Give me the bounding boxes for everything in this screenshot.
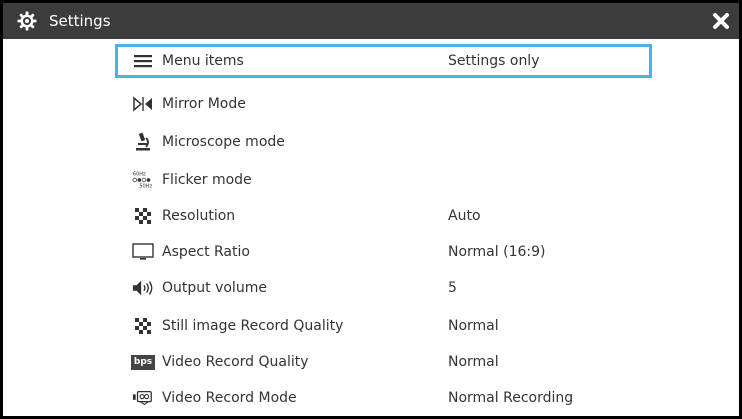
menu-item-menu-items[interactable]: Menu items Settings only [115, 44, 652, 78]
menu-item-flicker-mode[interactable]: 60Hz 50Hz Flicker mode [115, 163, 652, 197]
bps-icon: bps [130, 351, 156, 373]
menu-item-mirror-mode[interactable]: Mirror Mode [115, 87, 652, 121]
flicker-60hz-label: 60Hz [133, 171, 146, 177]
menu-item-label: Flicker mode [162, 172, 252, 188]
window-title: Settings [49, 12, 111, 30]
video-mode-icon [132, 387, 154, 409]
menu-item-label: Resolution [162, 208, 236, 224]
close-icon [713, 13, 729, 29]
menu-icon [132, 50, 154, 72]
menu-item-video-record-mode[interactable]: Video Record Mode Normal Recording [115, 381, 652, 415]
menu-item-aspect-ratio[interactable]: Aspect Ratio Normal (16:9) [115, 235, 652, 269]
menu-item-value: Auto [448, 208, 481, 224]
menu-item-value: Normal [448, 318, 499, 334]
menu-item-label: Mirror Mode [162, 96, 246, 112]
menu-item-microscope-mode[interactable]: Microscope mode [115, 125, 652, 159]
menu-item-value: Normal [448, 354, 499, 370]
monitor-icon [132, 241, 154, 263]
menu-item-video-record-quality[interactable]: bps Video Record Quality Normal [115, 345, 652, 379]
menu-item-label: Still image Record Quality [162, 318, 344, 334]
gear-icon [17, 11, 37, 31]
menu-item-value: Normal (16:9) [448, 244, 546, 260]
menu-item-label: Menu items [162, 53, 244, 69]
menu-item-label: Video Record Quality [162, 354, 309, 370]
settings-list: Menu items Settings only Mirror Mode Mic… [3, 39, 739, 416]
microscope-icon [132, 131, 154, 153]
resolution-icon [132, 205, 154, 227]
flicker-icon: 60Hz 50Hz [132, 169, 154, 191]
menu-item-label: Aspect Ratio [162, 244, 250, 260]
speaker-icon [132, 277, 154, 299]
mirror-icon [132, 93, 154, 115]
menu-item-label: Output volume [162, 280, 267, 296]
menu-item-value: Settings only [448, 53, 540, 69]
menu-item-output-volume[interactable]: Output volume 5 [115, 271, 652, 305]
settings-window: Settings Menu items Settings only Mirror… [0, 0, 742, 419]
menu-item-resolution[interactable]: Resolution Auto [115, 199, 652, 233]
menu-item-label: Video Record Mode [162, 390, 297, 406]
close-button[interactable] [707, 7, 735, 35]
menu-item-still-image-record-quality[interactable]: Still image Record Quality Normal [115, 309, 652, 343]
menu-item-label: Microscope mode [162, 134, 285, 150]
menu-item-value: 5 [448, 280, 457, 296]
flicker-50hz-label: 50Hz [139, 183, 152, 189]
bps-icon-text: bps [130, 354, 156, 370]
menu-item-value: Normal Recording [448, 390, 574, 406]
image-quality-icon [132, 315, 154, 337]
title-bar: Settings [3, 3, 739, 39]
